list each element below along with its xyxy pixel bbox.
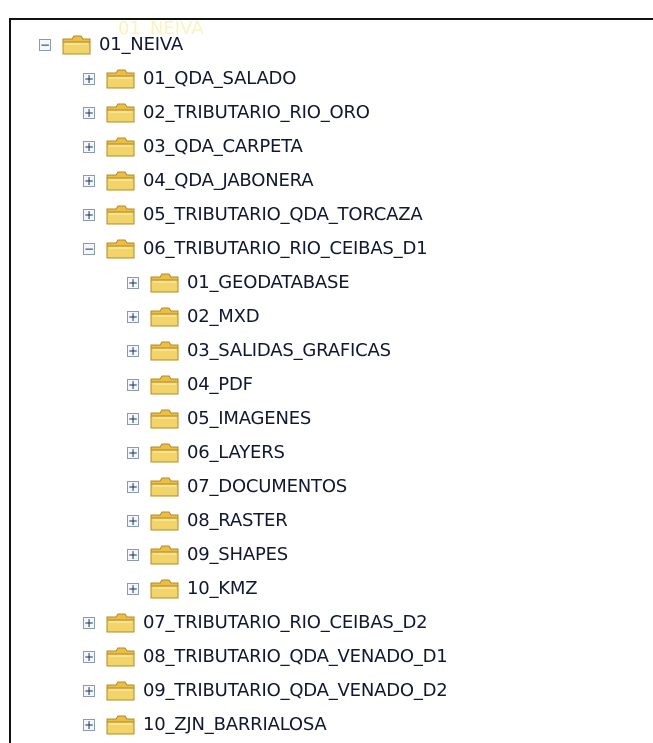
tree-item-subfolder-5[interactable]: + 05_IMAGENES bbox=[127, 402, 311, 436]
tree-item-root[interactable]: − 01_NEIVA bbox=[39, 28, 183, 62]
folder-tree-panel: 01_NEIVA − 01_NEIVA + 01_QDA_SALADO + 02… bbox=[9, 18, 653, 743]
folder-icon bbox=[106, 103, 135, 123]
tree-item-subfolder-4[interactable]: + 04_PDF bbox=[127, 368, 253, 402]
collapsed-expander-icon[interactable]: + bbox=[127, 413, 139, 425]
folder-icon bbox=[150, 273, 179, 293]
collapsed-expander-icon[interactable]: + bbox=[127, 311, 139, 323]
folder-icon bbox=[150, 443, 179, 463]
folder-icon bbox=[150, 477, 179, 497]
folder-label: 05_IMAGENES bbox=[187, 408, 312, 429]
folder-icon bbox=[106, 715, 135, 735]
folder-icon bbox=[106, 69, 135, 89]
collapsed-expander-icon[interactable]: + bbox=[127, 447, 139, 459]
folder-label: 03_SALIDAS_GRAFICAS bbox=[187, 340, 391, 361]
folder-label: 01_GEODATABASE bbox=[187, 272, 350, 293]
folder-label: 02_TRIBUTARIO_RIO_ORO bbox=[143, 102, 370, 123]
collapsed-expander-icon[interactable]: + bbox=[83, 141, 95, 153]
tree-item-subfolder-9[interactable]: + 09_SHAPES bbox=[127, 538, 288, 572]
folder-icon bbox=[150, 511, 179, 531]
folder-label: 10_KMZ bbox=[187, 578, 258, 599]
expanded-expander-icon[interactable]: − bbox=[83, 243, 95, 255]
collapsed-expander-icon[interactable]: + bbox=[83, 617, 95, 629]
collapsed-expander-icon[interactable]: + bbox=[127, 345, 139, 357]
folder-label: 01_QDA_SALADO bbox=[143, 68, 297, 89]
collapsed-expander-icon[interactable]: + bbox=[83, 175, 95, 187]
folder-label: 09_SHAPES bbox=[187, 544, 289, 565]
folder-icon bbox=[150, 375, 179, 395]
tree-item-subfolder-6[interactable]: + 06_LAYERS bbox=[127, 436, 285, 470]
tree-item-subfolder-3[interactable]: + 03_SALIDAS_GRAFICAS bbox=[127, 334, 391, 368]
tree-item-child-1[interactable]: + 01_QDA_SALADO bbox=[83, 62, 296, 96]
folder-label: 07_TRIBUTARIO_RIO_CEIBAS_D2 bbox=[143, 612, 428, 633]
collapsed-expander-icon[interactable]: + bbox=[127, 379, 139, 391]
tree-item-child-9[interactable]: + 09_TRIBUTARIO_QDA_VENADO_D2 bbox=[83, 674, 448, 708]
tree-item-subfolder-8[interactable]: + 08_RASTER bbox=[127, 504, 288, 538]
collapsed-expander-icon[interactable]: + bbox=[83, 209, 95, 221]
folder-label: 06_LAYERS bbox=[187, 442, 285, 463]
collapsed-expander-icon[interactable]: + bbox=[127, 583, 139, 595]
folder-label: 05_TRIBUTARIO_QDA_TORCAZA bbox=[143, 204, 423, 225]
tree-item-subfolder-2[interactable]: + 02_MXD bbox=[127, 300, 260, 334]
folder-icon bbox=[150, 409, 179, 429]
folder-label: 02_MXD bbox=[187, 306, 260, 327]
tree-item-child-6[interactable]: − 06_TRIBUTARIO_RIO_CEIBAS_D1 bbox=[83, 232, 428, 266]
folder-icon bbox=[106, 137, 135, 157]
folder-label: 07_DOCUMENTOS bbox=[187, 476, 348, 497]
tree-item-child-7[interactable]: + 07_TRIBUTARIO_RIO_CEIBAS_D2 bbox=[83, 606, 428, 640]
tree-item-child-3[interactable]: + 03_QDA_CARPETA bbox=[83, 130, 303, 164]
folder-label: 08_RASTER bbox=[187, 510, 288, 531]
folder-label: 03_QDA_CARPETA bbox=[143, 136, 303, 157]
folder-icon bbox=[106, 171, 135, 191]
collapsed-expander-icon[interactable]: + bbox=[83, 73, 95, 85]
folder-icon bbox=[150, 579, 179, 599]
folder-label: 04_PDF bbox=[187, 374, 253, 395]
tree-item-child-8[interactable]: + 08_TRIBUTARIO_QDA_VENADO_D1 bbox=[83, 640, 448, 674]
collapsed-expander-icon[interactable]: + bbox=[83, 107, 95, 119]
tree-item-child-4[interactable]: + 04_QDA_JABONERA bbox=[83, 164, 314, 198]
folder-icon bbox=[150, 341, 179, 361]
folder-icon bbox=[106, 239, 135, 259]
tree-item-subfolder-10[interactable]: + 10_KMZ bbox=[127, 572, 258, 606]
collapsed-expander-icon[interactable]: + bbox=[127, 515, 139, 527]
folder-label: 09_TRIBUTARIO_QDA_VENADO_D2 bbox=[143, 680, 448, 701]
collapsed-expander-icon[interactable]: + bbox=[127, 277, 139, 289]
folder-icon bbox=[62, 35, 91, 55]
folder-label: 04_QDA_JABONERA bbox=[143, 170, 314, 191]
folder-label: 01_NEIVA bbox=[99, 34, 183, 55]
tree-item-child-2[interactable]: + 02_TRIBUTARIO_RIO_ORO bbox=[83, 96, 370, 130]
tree-item-child-10[interactable]: + 10_ZJN_BARRIALOSA bbox=[83, 708, 327, 742]
expanded-expander-icon[interactable]: − bbox=[39, 39, 51, 51]
tree-item-subfolder-7[interactable]: + 07_DOCUMENTOS bbox=[127, 470, 347, 504]
folder-icon bbox=[106, 613, 135, 633]
collapsed-expander-icon[interactable]: + bbox=[83, 685, 95, 697]
folder-icon bbox=[106, 205, 135, 225]
collapsed-expander-icon[interactable]: + bbox=[83, 651, 95, 663]
folder-label: 08_TRIBUTARIO_QDA_VENADO_D1 bbox=[143, 646, 448, 667]
folder-icon bbox=[106, 681, 135, 701]
tree-item-child-5[interactable]: + 05_TRIBUTARIO_QDA_TORCAZA bbox=[83, 198, 423, 232]
folder-label: 06_TRIBUTARIO_RIO_CEIBAS_D1 bbox=[143, 238, 428, 259]
folder-icon bbox=[150, 307, 179, 327]
collapsed-expander-icon[interactable]: + bbox=[127, 481, 139, 493]
screenshot-page: 01_NEIVA − 01_NEIVA + 01_QDA_SALADO + 02… bbox=[0, 0, 653, 743]
folder-icon bbox=[106, 647, 135, 667]
collapsed-expander-icon[interactable]: + bbox=[83, 719, 95, 731]
folder-label: 10_ZJN_BARRIALOSA bbox=[143, 714, 327, 735]
tree-item-subfolder-1[interactable]: + 01_GEODATABASE bbox=[127, 266, 350, 300]
folder-icon bbox=[150, 545, 179, 565]
collapsed-expander-icon[interactable]: + bbox=[127, 549, 139, 561]
